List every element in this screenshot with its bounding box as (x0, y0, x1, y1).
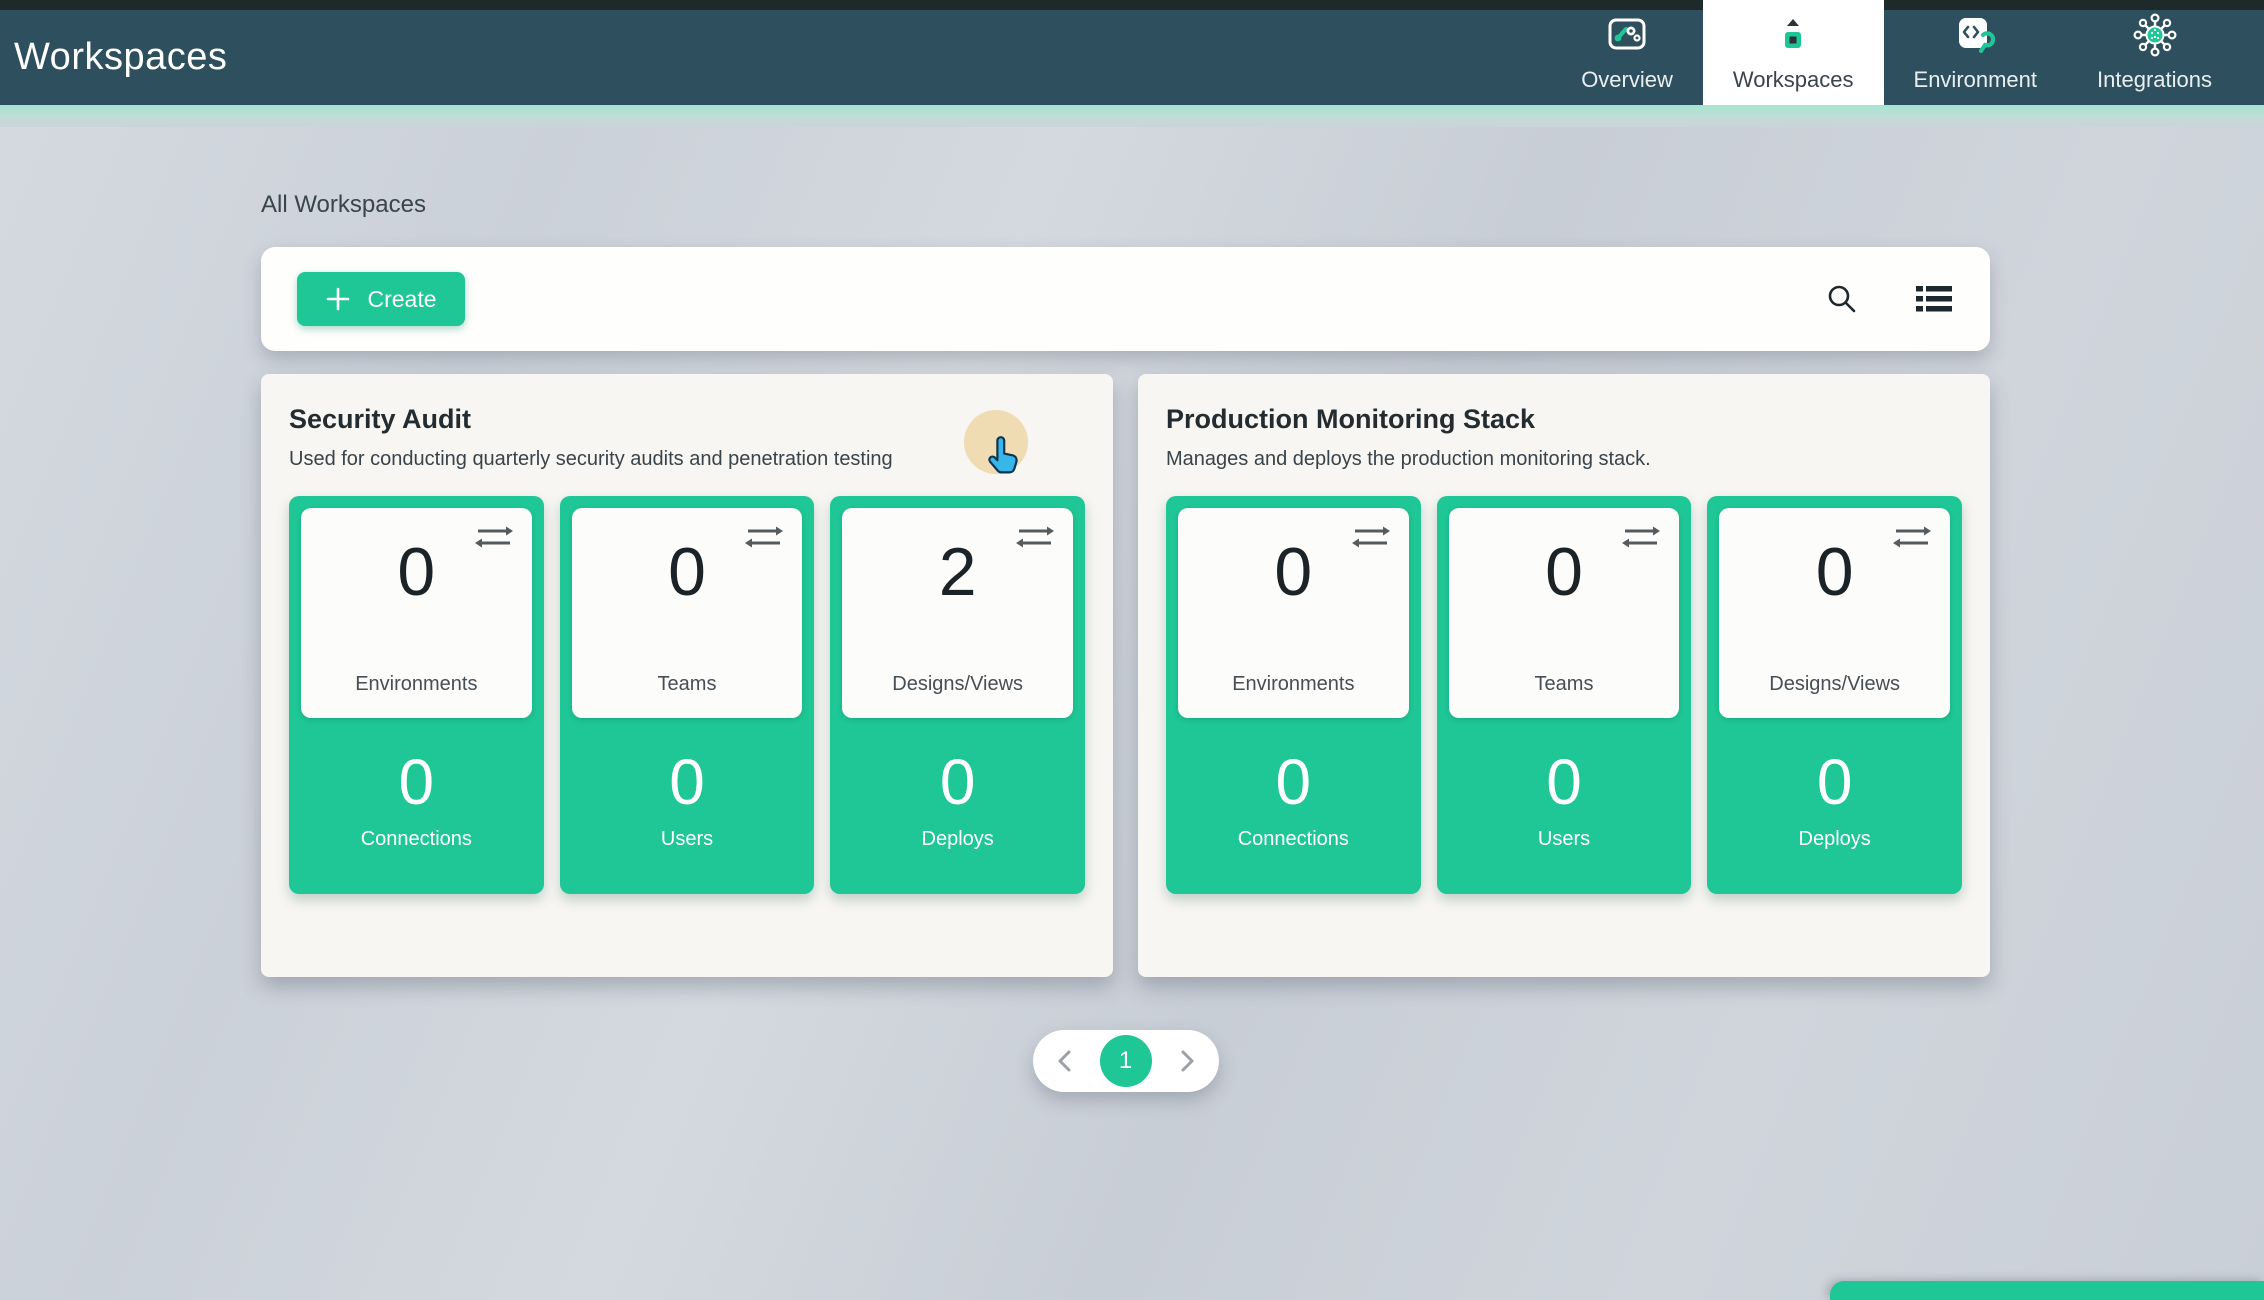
tile-teams-users: 0 Teams 0 Users (1437, 496, 1692, 894)
workspace-description: Manages and deploys the production monit… (1166, 448, 1962, 471)
stat-label: Connections (361, 828, 472, 851)
stat-value: 0 (1545, 538, 1583, 606)
stat-environments: 0 Environments (1178, 508, 1409, 718)
tile-designs-deploys: 0 Designs/Views 0 Deploys (1707, 496, 1962, 894)
workspace-toolbar: Create (261, 247, 1990, 351)
current-page-button[interactable]: 1 (1100, 1035, 1152, 1087)
stat-designs-views: 2 Designs/Views (842, 508, 1073, 718)
tab-workspaces[interactable]: Workspaces (1703, 0, 1884, 105)
next-page-button[interactable] (1176, 1050, 1198, 1072)
workspace-cards: Security Audit Used for conducting quart… (261, 374, 1990, 977)
workspace-card-production-monitoring[interactable]: Production Monitoring Stack Manages and … (1138, 374, 1990, 977)
stat-label: Teams (658, 673, 717, 696)
stat-value: 0 (1276, 750, 1312, 814)
stat-designs-views: 0 Designs/Views (1719, 508, 1950, 718)
tab-label: Workspaces (1733, 67, 1854, 93)
stat-tiles: 0 Environments 0 Connections (289, 496, 1085, 894)
main-nav: Overview Workspaces Envir (1551, 0, 2242, 105)
page-title: All Workspaces (261, 191, 1990, 219)
stat-teams: 0 Teams (572, 508, 803, 718)
stat-value: 0 (399, 750, 435, 814)
stat-label: Designs/Views (1769, 673, 1900, 696)
swap-icon[interactable] (474, 524, 514, 555)
overview-icon (1606, 13, 1648, 57)
swap-icon[interactable] (1621, 524, 1661, 555)
tile-teams-users: 0 Teams 0 Users (560, 496, 815, 894)
stat-users: 0 Users (572, 718, 803, 882)
stat-label: Deploys (1799, 828, 1871, 851)
app-header: Workspaces Overview (0, 10, 2264, 105)
previous-page-button[interactable] (1054, 1050, 1076, 1072)
stat-value: 0 (669, 750, 705, 814)
stat-label: Connections (1238, 828, 1349, 851)
pagination: 1 (1033, 1030, 1219, 1092)
tile-environments-connections: 0 Environments 0 Connections (289, 496, 544, 894)
stat-environments: 0 Environments (301, 508, 532, 718)
environment-icon (1953, 13, 1997, 57)
stat-value: 2 (939, 538, 977, 606)
stat-value: 0 (1816, 538, 1854, 606)
create-button[interactable]: Create (297, 272, 465, 326)
stat-label: Deploys (922, 828, 994, 851)
swap-icon[interactable] (1351, 524, 1391, 555)
list-view-icon[interactable] (1914, 279, 1954, 319)
tab-label: Overview (1581, 67, 1673, 93)
stat-connections: 0 Connections (301, 718, 532, 882)
stat-connections: 0 Connections (1178, 718, 1409, 882)
stat-value: 0 (940, 750, 976, 814)
stat-value: 0 (1817, 750, 1853, 814)
plus-icon (325, 286, 351, 312)
tab-environment[interactable]: Environment (1884, 0, 2068, 105)
tab-overview[interactable]: Overview (1551, 0, 1703, 105)
stat-teams: 0 Teams (1449, 508, 1680, 718)
app-title: Workspaces (14, 36, 227, 79)
search-icon[interactable] (1822, 279, 1862, 319)
corner-toast[interactable] (1830, 1281, 2264, 1300)
stat-value: 0 (1546, 750, 1582, 814)
stat-label: Environments (1232, 673, 1354, 696)
stat-tiles: 0 Environments 0 Connections (1166, 496, 1962, 894)
header-accent-band (0, 105, 2264, 127)
stat-users: 0 Users (1449, 718, 1680, 882)
stat-value: 0 (1274, 538, 1312, 606)
swap-icon[interactable] (744, 524, 784, 555)
workspace-card-security-audit[interactable]: Security Audit Used for conducting quart… (261, 374, 1113, 977)
tab-integrations[interactable]: Integrations (2067, 0, 2242, 105)
stat-label: Designs/Views (892, 673, 1023, 696)
stat-value: 0 (668, 538, 706, 606)
stat-deploys: 0 Deploys (1719, 718, 1950, 882)
stat-label: Users (661, 828, 713, 851)
tab-label: Environment (1914, 67, 2038, 93)
stat-deploys: 0 Deploys (842, 718, 1073, 882)
workspace-title: Production Monitoring Stack (1166, 404, 1962, 435)
workspace-description: Used for conducting quarterly security a… (289, 448, 1085, 471)
stat-label: Users (1538, 828, 1590, 851)
workspace-title: Security Audit (289, 404, 1085, 435)
swap-icon[interactable] (1015, 524, 1055, 555)
workspaces-icon (1778, 13, 1808, 57)
tab-label: Integrations (2097, 67, 2212, 93)
create-button-label: Create (367, 286, 436, 313)
stat-label: Teams (1535, 673, 1594, 696)
stat-value: 0 (397, 538, 435, 606)
swap-icon[interactable] (1892, 524, 1932, 555)
integrations-icon (2132, 13, 2178, 57)
tile-designs-deploys: 2 Designs/Views 0 Deploys (830, 496, 1085, 894)
stat-label: Environments (355, 673, 477, 696)
tile-environments-connections: 0 Environments 0 Connections (1166, 496, 1421, 894)
